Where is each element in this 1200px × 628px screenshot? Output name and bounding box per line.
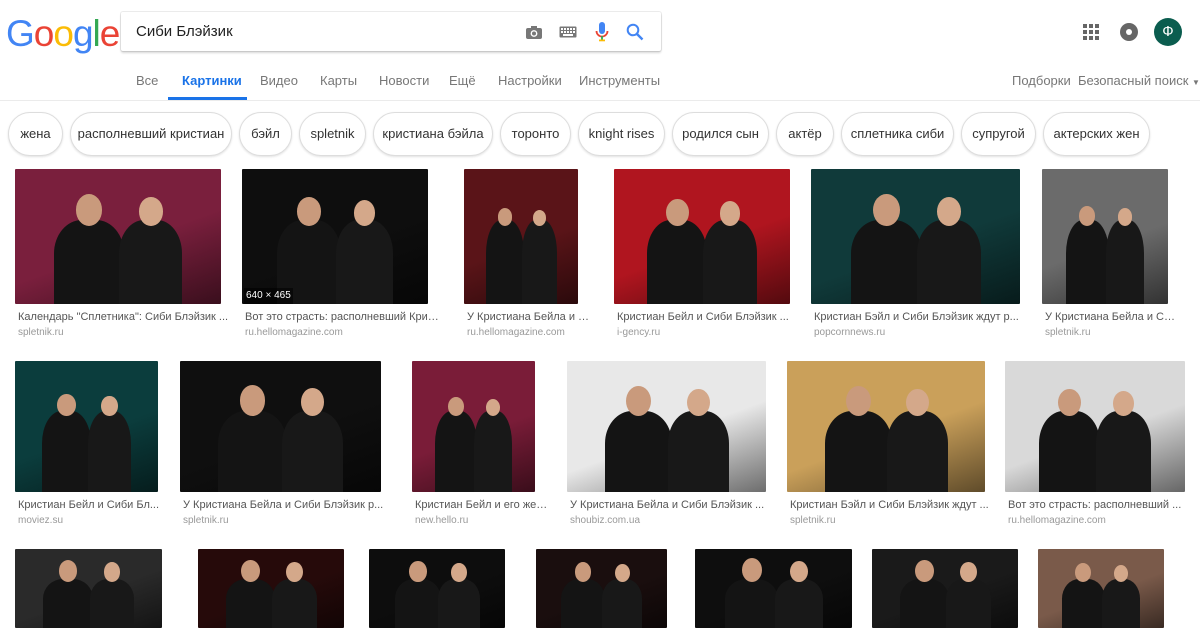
result-caption[interactable]: Кристиан Бэйл и Сиби Блэйзик ждут р...	[814, 311, 1033, 323]
result-thumbnail[interactable]	[872, 549, 1018, 628]
result-source: popcornnews.ru	[814, 327, 886, 338]
chip[interactable]: супругой	[961, 112, 1036, 156]
tab-collections[interactable]: Подборки	[1012, 73, 1071, 88]
result-thumbnail[interactable]	[15, 549, 162, 628]
result-caption[interactable]: Вот это страсть: располневший Кристиан .…	[245, 311, 441, 323]
result-source: spletnik.ru	[790, 515, 836, 526]
tab-video[interactable]: Видео	[260, 73, 298, 88]
result-source: ru.hellomagazine.com	[245, 327, 343, 338]
image-dimensions-label: 640 × 465	[244, 288, 293, 304]
related-searches-bar: жена располневший кристиан бэйл spletnik…	[0, 112, 1200, 156]
tab-tools[interactable]: Инструменты	[579, 73, 660, 88]
result-thumbnail[interactable]	[695, 549, 852, 628]
tab-news[interactable]: Новости	[379, 73, 429, 88]
result-caption[interactable]: Календарь "Сплетника": Сиби Блэйзик ...	[18, 311, 234, 323]
result-thumbnail[interactable]	[1038, 549, 1164, 628]
result-thumbnail[interactable]	[614, 169, 790, 304]
chip[interactable]: жена	[8, 112, 63, 156]
chip[interactable]: располневший кристиан	[70, 112, 232, 156]
camera-icon[interactable]	[523, 21, 545, 43]
avatar[interactable]: Ф	[1154, 18, 1182, 46]
chip[interactable]: сплетника сиби	[841, 112, 954, 156]
chip[interactable]: knight rises	[578, 112, 665, 156]
result-caption[interactable]: У Кристиана Бейла и Сиб...	[1045, 311, 1181, 323]
result-caption[interactable]: У Кристиана Бейла и Сиби Блэйзик р...	[183, 499, 394, 511]
google-logo[interactable]: Google	[6, 14, 120, 54]
result-source: ru.hellomagazine.com	[1008, 515, 1106, 526]
search-input[interactable]	[136, 12, 506, 51]
chip[interactable]: бэйл	[239, 112, 292, 156]
chip[interactable]: родился сын	[672, 112, 769, 156]
result-source: spletnik.ru	[183, 515, 229, 526]
tab-settings[interactable]: Настройки	[498, 73, 562, 88]
safe-search-label: Безопасный поиск	[1078, 73, 1189, 88]
result-source: i-gency.ru	[617, 327, 661, 338]
search-box	[121, 12, 661, 51]
chevron-down-icon: ▼	[1192, 78, 1200, 87]
result-thumbnail[interactable]	[369, 549, 505, 628]
result-source: spletnik.ru	[1045, 327, 1091, 338]
result-source: shoubiz.com.ua	[570, 515, 641, 526]
apps-grid-icon[interactable]	[1083, 24, 1099, 40]
result-caption[interactable]: Кристиан Бэйл и Сиби Блэйзик ждут ...	[790, 499, 998, 511]
keyboard-icon[interactable]	[557, 21, 579, 43]
result-thumbnail[interactable]	[811, 169, 1020, 304]
result-caption[interactable]: У Кристиана Бейла и Сиби Блэйзик ...	[570, 499, 779, 511]
safe-search-dropdown[interactable]: Безопасный поиск ▼	[1078, 73, 1200, 88]
result-thumbnail[interactable]	[1005, 361, 1185, 492]
active-tab-indicator	[168, 97, 247, 100]
chip[interactable]: актерских жен	[1043, 112, 1150, 156]
result-source: spletnik.ru	[18, 327, 64, 338]
search-tabs: Все Картинки Видео Карты Новости Ещё Нас…	[0, 64, 1200, 100]
tab-maps[interactable]: Карты	[320, 73, 357, 88]
result-thumbnail[interactable]	[15, 169, 221, 304]
result-thumbnail[interactable]	[198, 549, 344, 628]
result-source: new.hello.ru	[415, 515, 469, 526]
result-caption[interactable]: Кристиан Бейл и Сиби Бл...	[18, 499, 171, 511]
result-thumbnail[interactable]	[1042, 169, 1168, 304]
result-caption[interactable]: Вот это страсть: располневший ...	[1008, 499, 1198, 511]
notifications-icon[interactable]	[1120, 23, 1138, 41]
result-caption[interactable]: Кристиан Бейл и Сиби Блэйзик ...	[617, 311, 803, 323]
chip[interactable]: торонто	[500, 112, 571, 156]
result-source: moviez.su	[18, 515, 64, 526]
top-header: Google Ф Все Картинки Видео Карты Новост…	[0, 0, 1200, 101]
search-icon[interactable]	[624, 21, 646, 43]
result-caption[interactable]: У Кристиана Бейла и Сиби ...	[467, 311, 591, 323]
microphone-icon[interactable]	[591, 21, 613, 43]
result-thumbnail[interactable]: 640 × 465	[242, 169, 428, 304]
result-thumbnail[interactable]	[567, 361, 766, 492]
result-thumbnail[interactable]	[464, 169, 578, 304]
result-caption[interactable]: Кристиан Бейл и его жен...	[415, 499, 548, 511]
result-thumbnail[interactable]	[15, 361, 158, 492]
tab-more[interactable]: Ещё	[449, 73, 476, 88]
result-thumbnail[interactable]	[412, 361, 535, 492]
chip[interactable]: кристиана бэйла	[373, 112, 493, 156]
result-source: ru.hellomagazine.com	[467, 327, 565, 338]
tab-images[interactable]: Картинки	[182, 73, 242, 88]
result-thumbnail[interactable]	[536, 549, 667, 628]
result-thumbnail[interactable]	[180, 361, 381, 492]
chip[interactable]: spletnik	[299, 112, 366, 156]
tab-all[interactable]: Все	[136, 73, 158, 88]
result-thumbnail[interactable]	[787, 361, 985, 492]
chip[interactable]: актёр	[776, 112, 834, 156]
